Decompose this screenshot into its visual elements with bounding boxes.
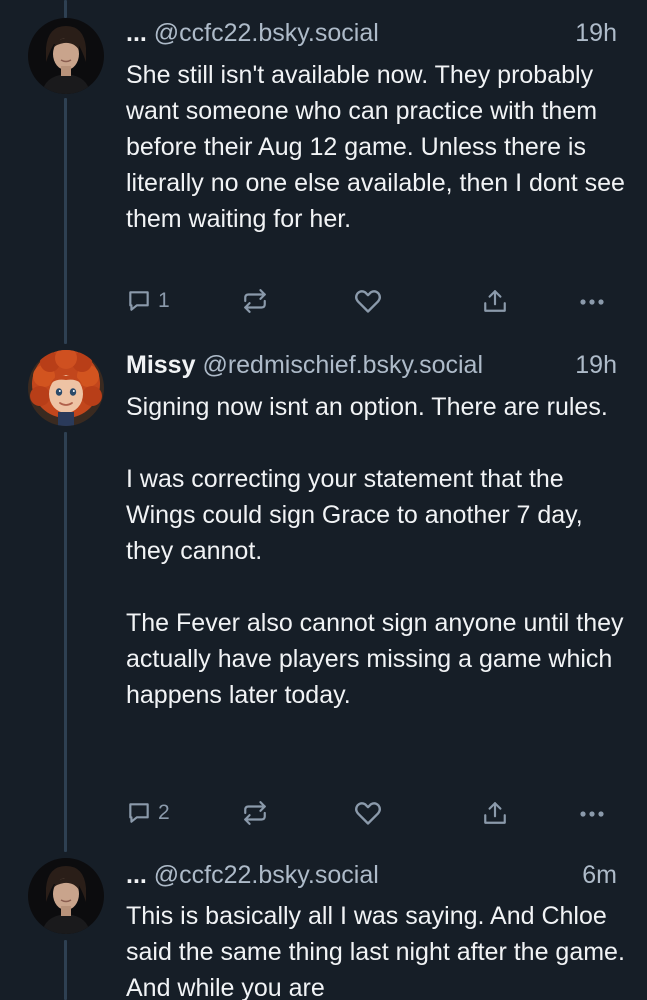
like-button[interactable] <box>354 284 382 318</box>
author-name[interactable]: ... <box>126 861 147 889</box>
post-text: This is basically all I was saying. And … <box>126 898 626 1000</box>
author-handle[interactable]: @ccfc22.bsky.social <box>154 19 379 47</box>
post-text: She still isn't available now. They prob… <box>126 57 626 237</box>
author-name[interactable]: Missy <box>126 351 195 379</box>
post-paragraph: This is basically all I was saying. And … <box>126 902 625 1000</box>
post-time[interactable]: 19h <box>575 347 617 383</box>
avatar[interactable] <box>28 350 104 426</box>
more-options-button[interactable] <box>578 796 606 830</box>
reply-icon <box>129 291 149 311</box>
like-button[interactable] <box>354 796 382 830</box>
repost-icon <box>244 801 266 825</box>
reply-icon <box>129 803 149 823</box>
share-icon <box>484 290 506 312</box>
post-paragraph: The Fever also cannot sign anyone until … <box>126 609 624 709</box>
reply-count: 1 <box>158 289 170 312</box>
post-time[interactable]: 19h <box>575 15 617 51</box>
post-time[interactable]: 6m <box>582 857 617 893</box>
more-options-icon <box>580 299 604 305</box>
repost-button[interactable] <box>242 796 268 830</box>
heart-icon <box>355 802 381 825</box>
author-name[interactable]: ... <box>126 19 147 47</box>
post-paragraph: Signing now isnt an option. There are ru… <box>126 393 608 421</box>
reply-button[interactable]: 2 <box>126 796 170 830</box>
avatar[interactable] <box>28 18 104 94</box>
post-paragraph: She still isn't available now. They prob… <box>126 61 625 233</box>
author-handle[interactable]: @redmischief.bsky.social <box>202 351 483 379</box>
share-button[interactable] <box>482 796 508 830</box>
post[interactable]: Missy @redmischief.bsky.social 19h Signi… <box>0 340 647 840</box>
repost-icon <box>244 289 266 313</box>
post[interactable]: ... @ccfc22.bsky.social 19h She still is… <box>0 0 647 340</box>
reply-count: 2 <box>158 801 170 824</box>
reply-button[interactable]: 1 <box>126 284 170 318</box>
post-paragraph: I was correcting your statement that the… <box>126 465 583 565</box>
more-options-button[interactable] <box>578 284 606 318</box>
post-actions: 1 <box>126 284 616 318</box>
post-header: Missy @redmischief.bsky.social 19h <box>126 347 617 383</box>
post-actions: 2 <box>126 796 616 830</box>
post-text: Signing now isnt an option. There are ru… <box>126 389 626 713</box>
post-header: ... @ccfc22.bsky.social 19h <box>126 15 617 51</box>
heart-icon <box>355 290 381 313</box>
share-button[interactable] <box>482 284 508 318</box>
avatar[interactable] <box>28 858 104 934</box>
more-options-icon <box>580 811 604 817</box>
author-handle[interactable]: @ccfc22.bsky.social <box>154 861 379 889</box>
post-header: ... @ccfc22.bsky.social 6m <box>126 857 617 893</box>
share-icon <box>484 802 506 824</box>
post[interactable]: ... @ccfc22.bsky.social 6m This is basic… <box>0 840 647 1000</box>
repost-button[interactable] <box>242 284 268 318</box>
